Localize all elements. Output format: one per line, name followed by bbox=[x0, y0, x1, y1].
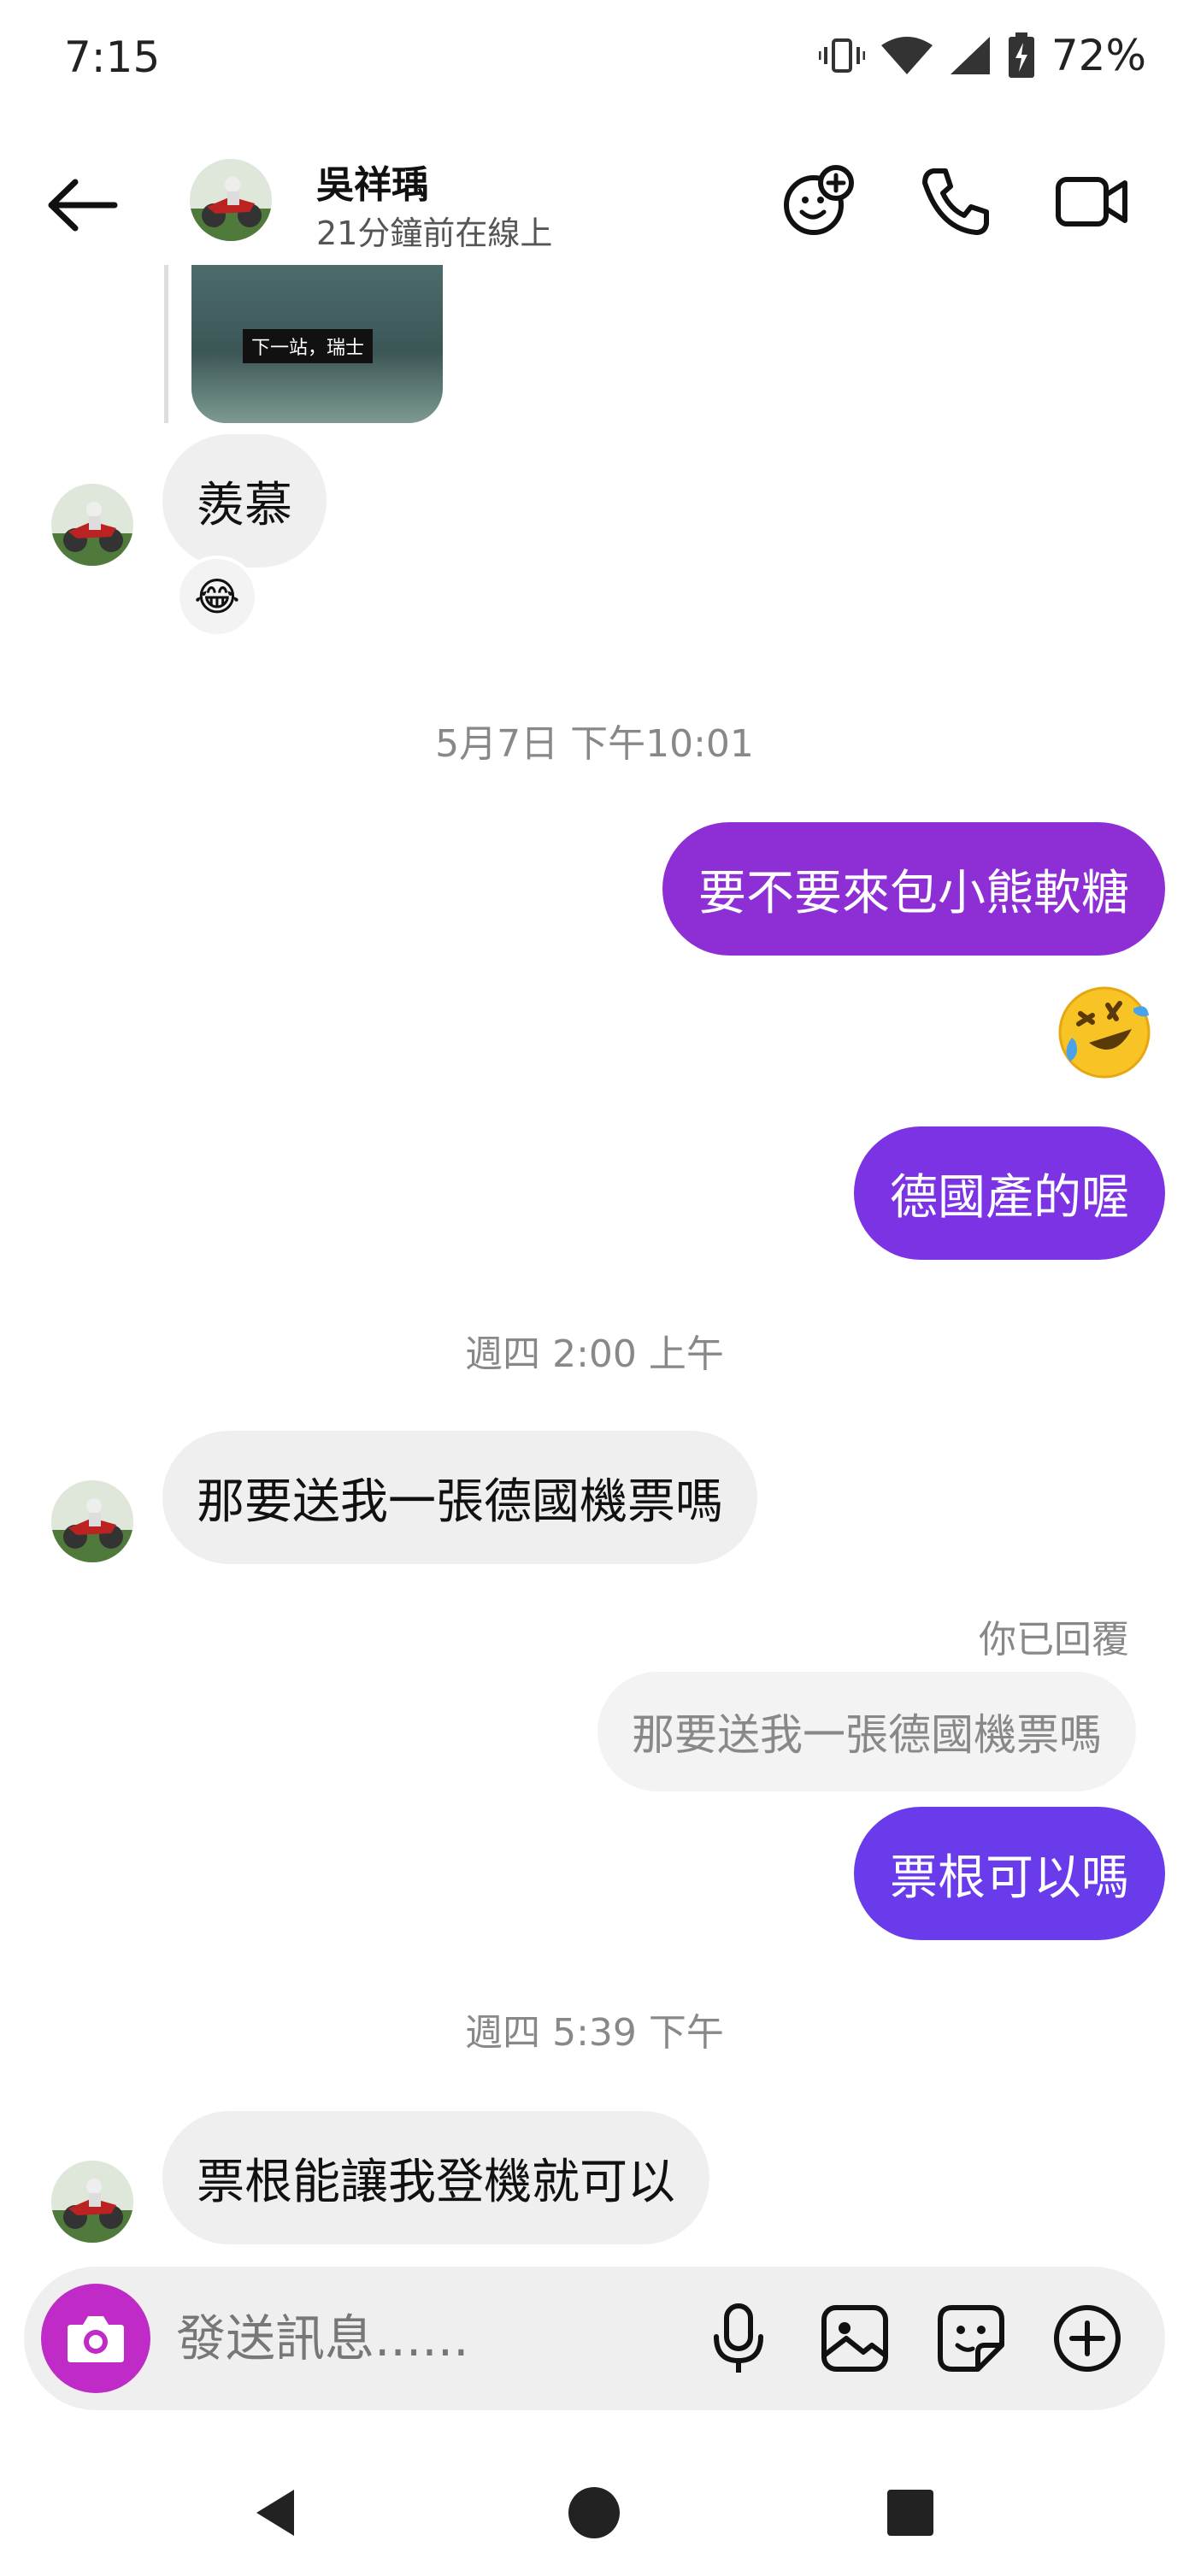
quoted-message[interactable]: 那要送我一張德國機票嗎 bbox=[597, 1672, 1136, 1791]
contact-status: 21分鐘前在線上 bbox=[316, 215, 553, 252]
message-bubble-incoming[interactable]: 羨慕 bbox=[162, 434, 327, 568]
back-arrow-icon[interactable] bbox=[44, 171, 121, 239]
shared-media-thumbnail[interactable]: 下一站，瑞士 bbox=[191, 265, 443, 423]
sender-avatar[interactable] bbox=[51, 2161, 133, 2243]
shared-media-caption: 下一站，瑞士 bbox=[243, 329, 374, 363]
message-bubble-outgoing[interactable]: 要不要來包小熊軟糖 bbox=[662, 822, 1165, 956]
vibrate-icon bbox=[818, 38, 865, 73]
message-input[interactable] bbox=[176, 2301, 689, 2376]
rolling-laughing-emoji[interactable] bbox=[1055, 983, 1154, 1082]
reply-label: 你已回覆 bbox=[979, 1618, 1129, 1661]
message-composer bbox=[24, 2267, 1165, 2410]
avatar-image bbox=[51, 2161, 133, 2243]
message-bubble-outgoing[interactable]: 票根可以嗎 bbox=[854, 1807, 1165, 1940]
message-bubble-outgoing[interactable]: 德國產的喔 bbox=[854, 1126, 1165, 1260]
nav-home-icon[interactable] bbox=[564, 2483, 624, 2543]
camera-icon bbox=[68, 2316, 124, 2362]
microphone-icon[interactable] bbox=[699, 2299, 778, 2378]
sender-avatar[interactable] bbox=[51, 484, 133, 566]
message-reaction[interactable]: 😂 bbox=[176, 556, 258, 638]
timestamp: 5月7日 下午10:01 bbox=[435, 722, 754, 766]
image-icon[interactable] bbox=[815, 2299, 894, 2378]
message-list[interactable]: 下一站，瑞士 羨慕 😂 5月7日 下午10:01 要不要來包小熊軟糖 德國產的喔… bbox=[0, 265, 1189, 2256]
phone-icon[interactable] bbox=[916, 162, 993, 239]
battery-percent: 72% bbox=[1051, 31, 1146, 80]
message-bubble-incoming[interactable]: 那要送我一張德國機票嗎 bbox=[162, 1431, 757, 1564]
contact-avatar[interactable] bbox=[190, 159, 272, 241]
avatar-image bbox=[51, 1480, 133, 1562]
smiley-plus-icon[interactable] bbox=[780, 162, 856, 239]
status-time: 7:15 bbox=[64, 32, 161, 82]
camera-button[interactable] bbox=[41, 2284, 150, 2393]
avatar-image bbox=[190, 159, 272, 241]
wifi-icon bbox=[880, 37, 933, 74]
nav-back-icon[interactable] bbox=[248, 2483, 308, 2543]
signal-icon bbox=[950, 37, 990, 74]
reaction-emoji: 😂 bbox=[194, 573, 240, 620]
plus-circle-icon[interactable] bbox=[1048, 2299, 1127, 2378]
status-icons: 72% bbox=[818, 31, 1146, 80]
video-camera-icon[interactable] bbox=[1053, 162, 1130, 239]
timestamp: 週四 2:00 上午 bbox=[465, 1332, 724, 1376]
reply-indicator-line bbox=[164, 265, 168, 423]
avatar-image bbox=[51, 484, 133, 566]
nav-recents-icon[interactable] bbox=[880, 2483, 940, 2543]
battery-icon bbox=[1008, 32, 1034, 78]
sender-avatar[interactable] bbox=[51, 1480, 133, 1562]
system-navigation-bar bbox=[0, 2444, 1189, 2576]
sticker-icon[interactable] bbox=[932, 2299, 1010, 2378]
message-bubble-incoming[interactable]: 票根能讓我登機就可以 bbox=[162, 2111, 709, 2244]
status-bar: 7:15 72% bbox=[0, 0, 1189, 120]
contact-name[interactable]: 吳祥瑀 bbox=[316, 154, 429, 209]
timestamp: 週四 5:39 下午 bbox=[465, 2011, 724, 2055]
